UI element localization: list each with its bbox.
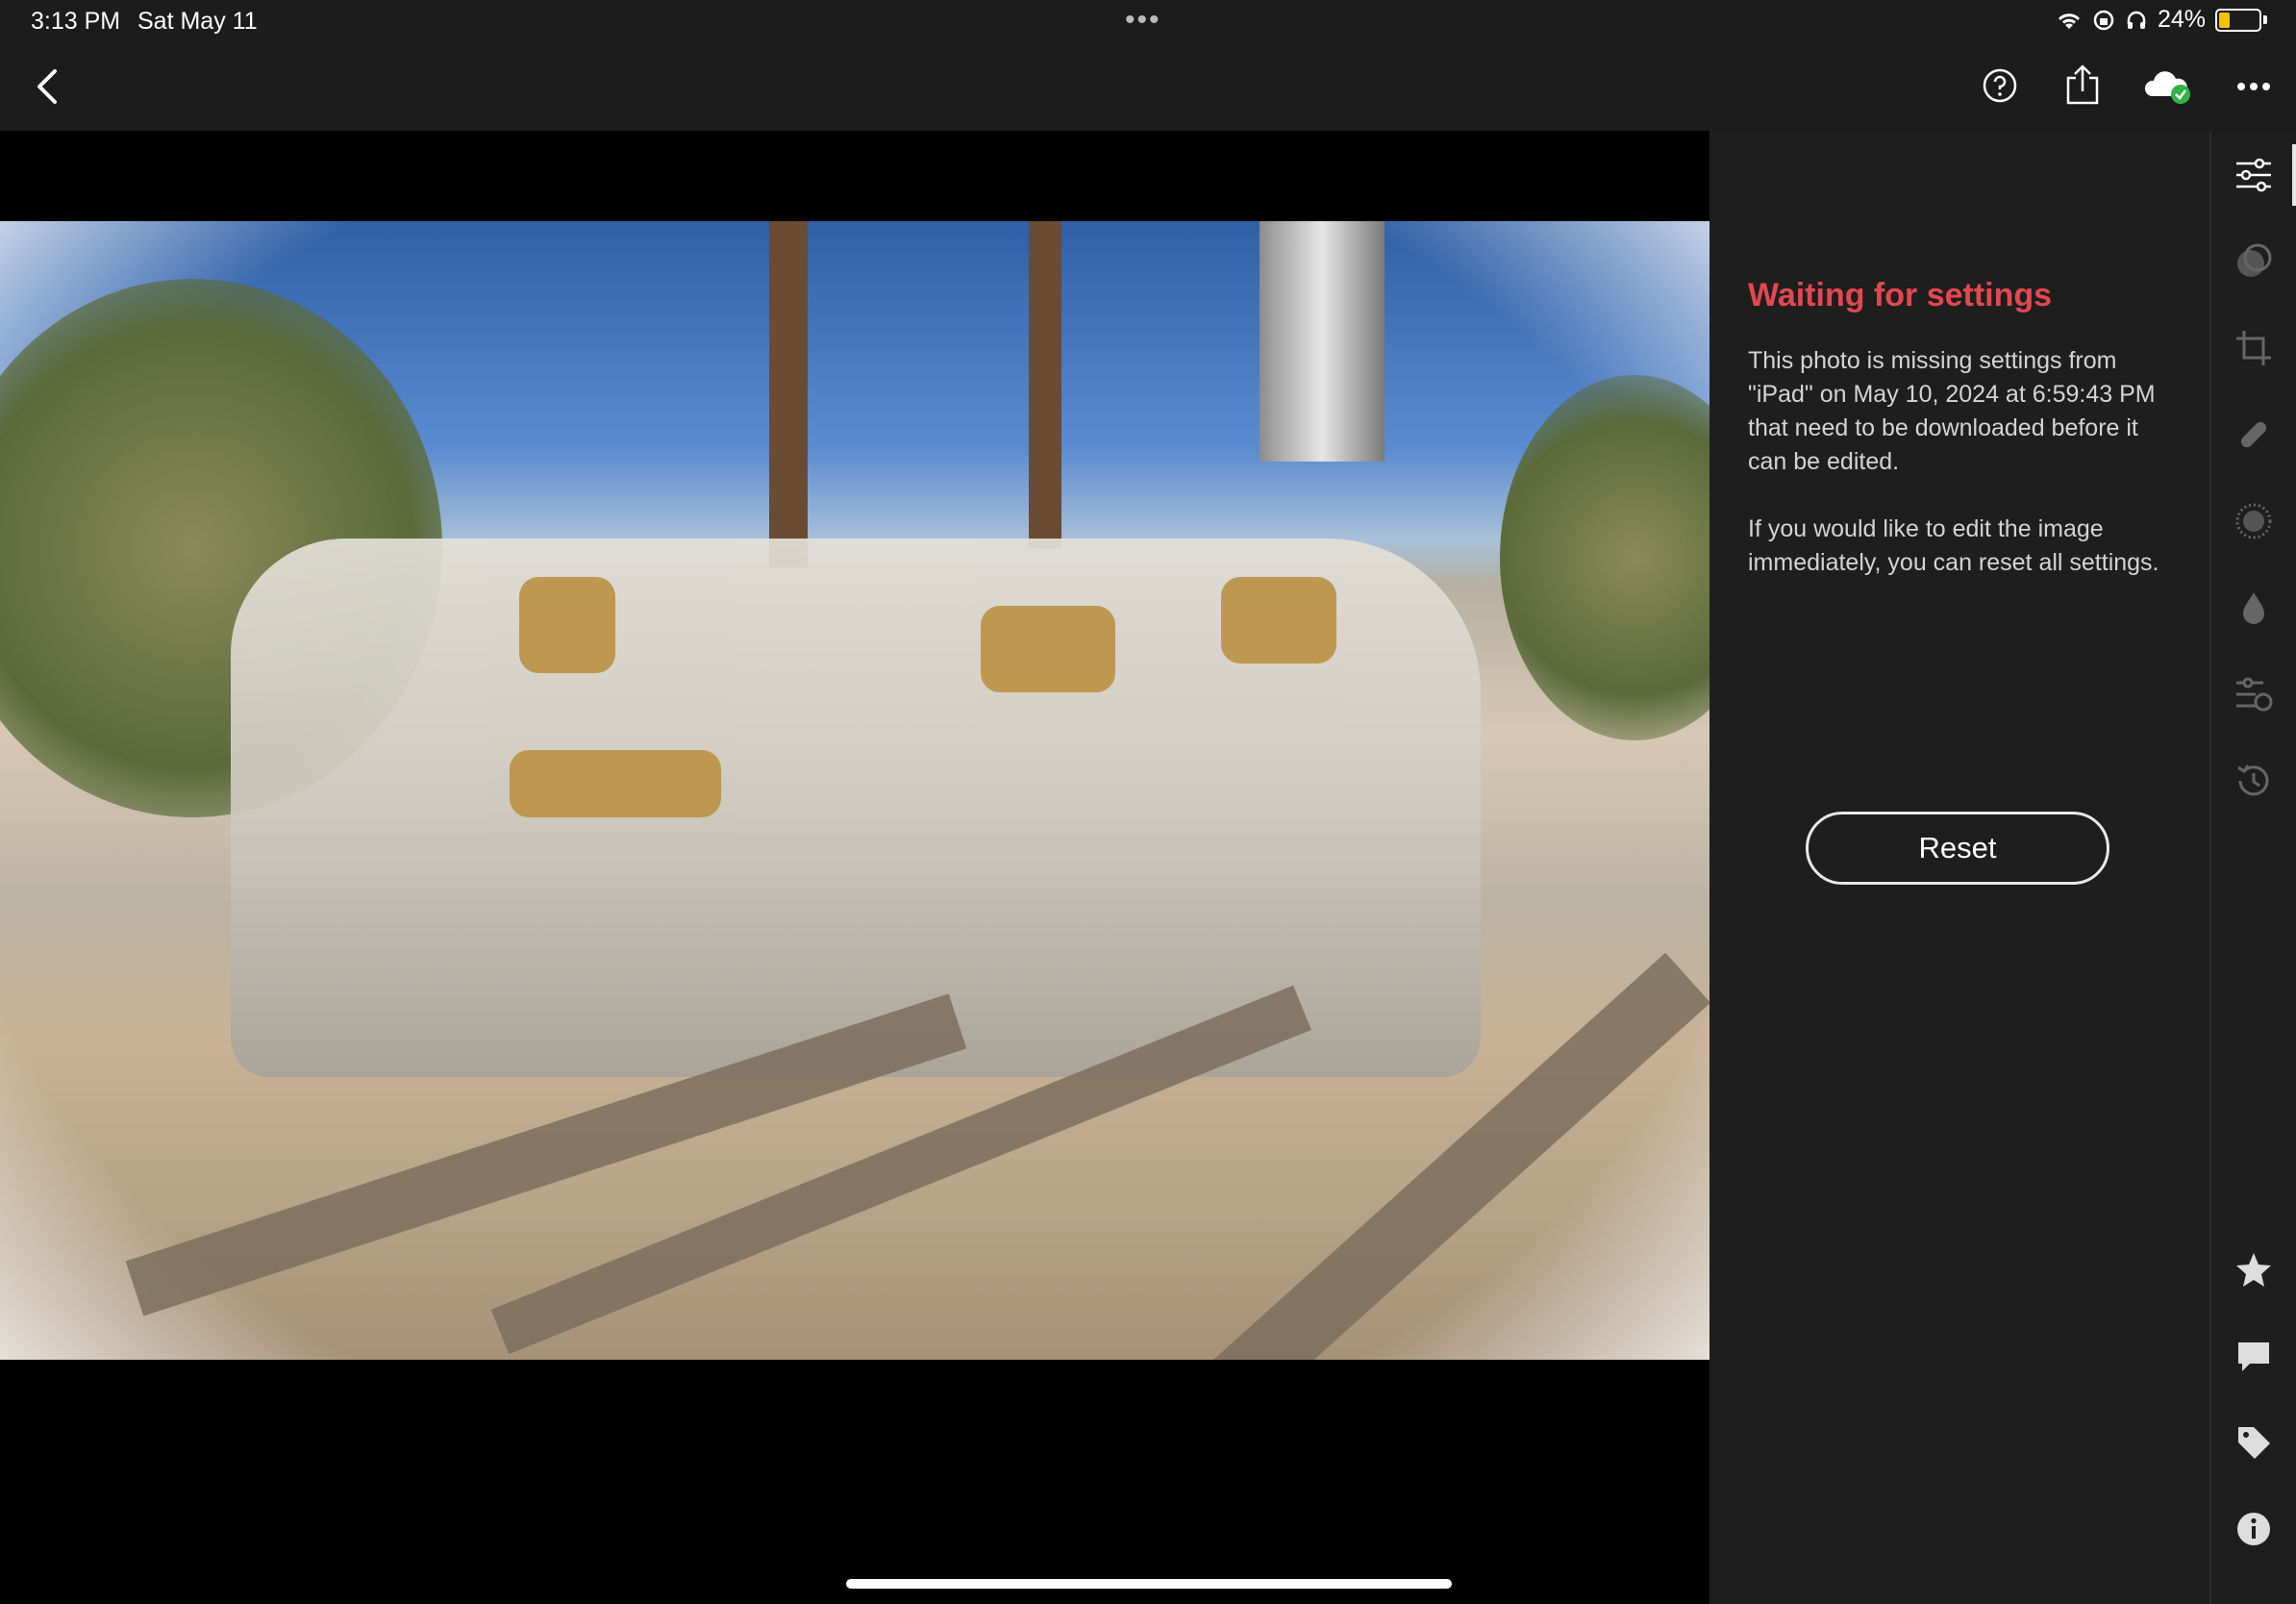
cloud-sync-icon bbox=[2144, 71, 2190, 104]
battery-icon bbox=[2215, 8, 2261, 32]
status-date: Sat May 11 bbox=[137, 8, 258, 35]
back-icon bbox=[37, 69, 57, 104]
color-drop-icon bbox=[2243, 592, 2264, 624]
crop-icon bbox=[2236, 331, 2271, 365]
orientation-lock-icon bbox=[2093, 10, 2114, 30]
masking-icon bbox=[2237, 243, 2272, 277]
crop-tool[interactable] bbox=[2233, 327, 2275, 369]
comment-tool[interactable] bbox=[2233, 1335, 2275, 1377]
status-indicators: 24% bbox=[2056, 6, 2267, 34]
color-tool[interactable] bbox=[2233, 587, 2275, 629]
healing-tool[interactable] bbox=[2233, 414, 2275, 456]
edit-panel: Waiting for settings This photo is missi… bbox=[1710, 131, 2209, 1604]
blur-icon bbox=[2235, 503, 2272, 539]
blur-tool[interactable] bbox=[2233, 500, 2275, 542]
top-bar: 3:13 PM Sat May 11 ••• 24% bbox=[0, 0, 2296, 131]
tool-strip bbox=[2209, 131, 2296, 1604]
rating-star-icon bbox=[2236, 1253, 2271, 1287]
versions-tool[interactable] bbox=[2233, 673, 2275, 715]
photo-image bbox=[0, 221, 1710, 1360]
rating-tool[interactable] bbox=[2233, 1248, 2275, 1291]
tag-tool[interactable] bbox=[2233, 1421, 2275, 1464]
home-indicator[interactable] bbox=[846, 1579, 1452, 1589]
versions-icon bbox=[2236, 677, 2273, 712]
status-time: 3:13 PM bbox=[31, 8, 121, 35]
headphones-icon bbox=[2127, 11, 2146, 29]
battery-percent: 24% bbox=[2157, 6, 2206, 33]
wifi-icon bbox=[2058, 13, 2081, 29]
panel-title: Waiting for settings bbox=[1748, 277, 2053, 313]
multitasking-dots-icon[interactable]: ••• bbox=[1125, 4, 1161, 37]
panel-message: This photo is missing settings from "iPa… bbox=[1748, 347, 2156, 475]
masking-tool[interactable] bbox=[2233, 240, 2275, 283]
photo-canvas[interactable] bbox=[0, 131, 1710, 1604]
comment-icon bbox=[2238, 1342, 2269, 1371]
info-icon bbox=[2237, 1513, 2270, 1545]
active-tool-marker bbox=[2292, 144, 2296, 206]
healing-icon bbox=[2240, 421, 2267, 448]
help-button[interactable] bbox=[1981, 66, 2019, 105]
more-button[interactable] bbox=[2234, 75, 2273, 98]
share-button[interactable] bbox=[2063, 63, 2102, 106]
edit-sliders-icon bbox=[2236, 158, 2271, 192]
history-icon bbox=[2237, 764, 2269, 796]
tag-icon bbox=[2238, 1427, 2270, 1459]
panel-message-reset: If you would like to edit the image imme… bbox=[1748, 515, 2159, 576]
share-icon bbox=[2066, 64, 2099, 105]
history-tool[interactable] bbox=[2233, 760, 2275, 802]
help-icon bbox=[1983, 68, 2017, 103]
edit-tool[interactable] bbox=[2233, 154, 2275, 196]
back-button[interactable] bbox=[27, 65, 65, 108]
info-tool[interactable] bbox=[2233, 1508, 2275, 1550]
more-icon bbox=[2237, 83, 2270, 90]
reset-button[interactable]: Reset bbox=[1806, 812, 2109, 885]
battery-cap bbox=[2263, 15, 2267, 24]
cloud-sync-button[interactable] bbox=[2142, 67, 2192, 106]
